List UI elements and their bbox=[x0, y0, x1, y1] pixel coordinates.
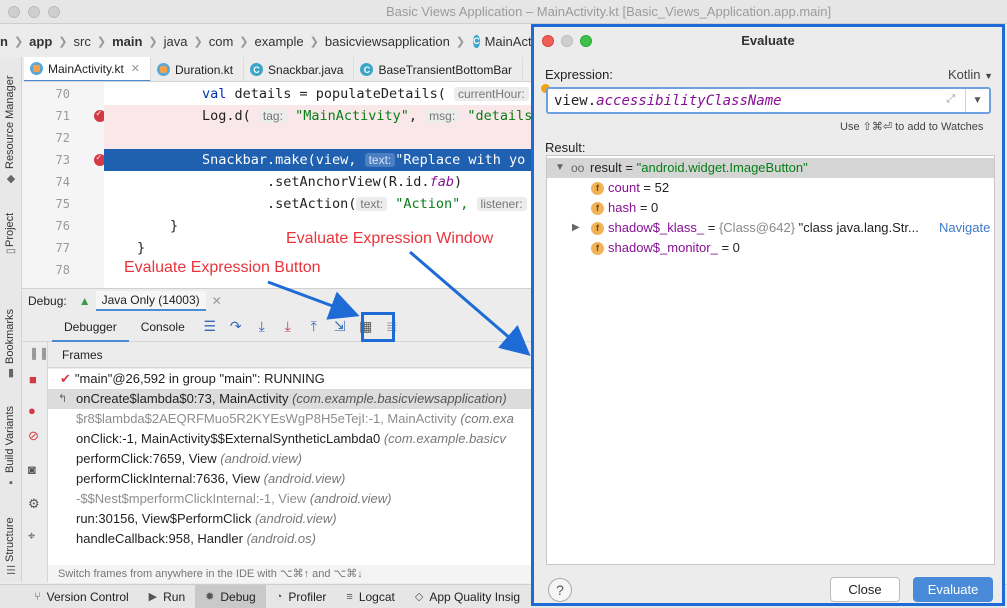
watch-hint: Use ⇧⌘⏎ to add to Watches bbox=[840, 121, 984, 133]
field-node[interactable]: f shadow$_monitor_ = 0 bbox=[547, 238, 994, 258]
expand-icon[interactable]: ⤢ bbox=[946, 93, 955, 106]
field-icon: f bbox=[591, 242, 604, 255]
field-node[interactable]: f hash = 0 bbox=[547, 198, 994, 218]
chevron-down-icon: ▼ bbox=[555, 162, 565, 173]
dialog-title: Evaluate bbox=[741, 33, 795, 48]
result-label: Result: bbox=[545, 140, 586, 155]
history-dropdown[interactable]: ▼ bbox=[965, 89, 989, 112]
field-icon: f bbox=[591, 222, 604, 235]
arrow-to-window bbox=[409, 250, 531, 356]
language-selector[interactable]: Kotlin ▼ bbox=[948, 67, 993, 82]
field-icon: f bbox=[591, 182, 604, 195]
chevron-right-icon: ▶ bbox=[572, 222, 580, 233]
field-node[interactable]: f count = 52 bbox=[547, 178, 994, 198]
field-icon: f bbox=[591, 202, 604, 215]
expression-input[interactable]: view.accessibilityClassName ⤢ ▼ bbox=[546, 87, 991, 114]
evaluate-dialog: Evaluate Expression: Kotlin ▼ view.acces… bbox=[531, 24, 1005, 606]
field-node[interactable]: ▶ f shadow$_klass_ = {Class@642} "class … bbox=[547, 218, 994, 238]
expression-label: Expression: bbox=[545, 67, 613, 82]
result-node[interactable]: ▼ oo result = "android.widget.ImageButto… bbox=[547, 158, 994, 178]
watch-glasses-icon: oo bbox=[571, 161, 585, 175]
close-button[interactable]: Close bbox=[830, 577, 900, 602]
chevron-down-icon: ▼ bbox=[984, 71, 994, 81]
help-button[interactable]: ? bbox=[548, 578, 572, 602]
arrow-to-button bbox=[267, 280, 360, 320]
evaluate-button[interactable]: Evaluate bbox=[913, 577, 993, 602]
navigate-link[interactable]: Navigate bbox=[939, 218, 990, 238]
result-tree[interactable]: ▼ oo result = "android.widget.ImageButto… bbox=[546, 155, 995, 565]
